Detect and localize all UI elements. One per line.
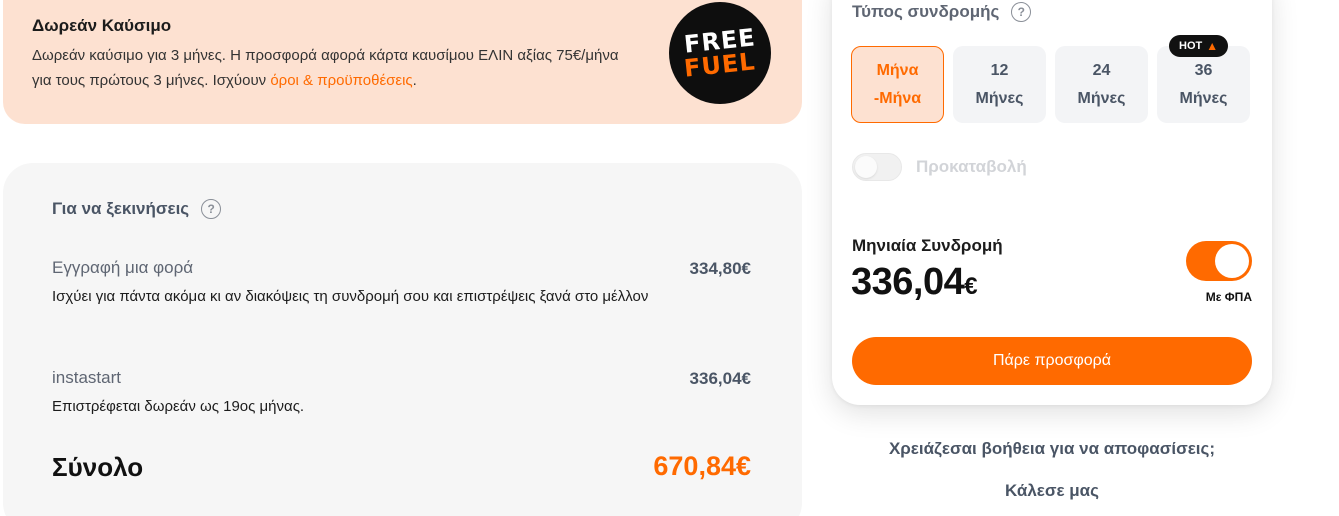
term-option-24-months[interactable]: 24 Μήνες [1055, 46, 1148, 123]
registration-note: Ισχύει για πάντα ακόμα κι αν διακόψεις τ… [52, 288, 649, 305]
term-option-12-months[interactable]: 12 Μήνες [953, 46, 1046, 123]
total-value: 670,84€ [653, 451, 751, 481]
instastart-note: Επιστρέφεται δωρεάν ως 19ος μήνας. [52, 398, 305, 415]
get-offer-button[interactable]: Πάρε προσφορά [852, 337, 1252, 385]
term-line2: -Μήνα [873, 89, 922, 107]
total-label: Σύνολο [52, 452, 144, 482]
term-option-36-months[interactable]: HOT ▲ 36 Μήνες [1157, 35, 1250, 123]
terms-link[interactable]: όροι & προϋποθέσεις [270, 72, 412, 89]
monthly-subscription-label: Μηνιαία Συνδρομή [852, 236, 1003, 255]
term-line1: Μήνα [876, 61, 919, 79]
instastart-price: 336,04€ [689, 369, 751, 388]
startup-costs-title: Για να ξεκινήσεις [52, 199, 190, 218]
prepayment-row: Προκαταβολή [852, 153, 1027, 181]
toggle-knob [855, 156, 877, 178]
term-line2: Μήνες [1077, 89, 1126, 107]
instastart-label: instastart [52, 368, 121, 387]
help-circle-icon[interactable]: ? [201, 199, 222, 219]
currency-symbol: € [964, 273, 978, 300]
term-line2: Μήνες [975, 89, 1024, 107]
term-line1: 24 [1092, 61, 1111, 79]
promo-title: Δωρεάν Καύσιμο [32, 16, 172, 35]
term-line1: 36 [1194, 61, 1213, 79]
hot-badge: HOT ▲ [1169, 35, 1229, 57]
vat-toggle[interactable] [1186, 241, 1252, 281]
startup-costs-card: Για να ξεκινήσεις ? Εγγραφή μια φορά 334… [3, 163, 802, 516]
prepayment-label: Προκαταβολή [916, 157, 1027, 176]
prepayment-toggle[interactable] [852, 153, 902, 181]
monthly-subscription-price: 336,04€ [851, 261, 978, 304]
promo-description-end: . [412, 72, 417, 89]
free-fuel-logo: FREE FUEL [669, 2, 771, 104]
hot-badge-label: HOT [1179, 40, 1203, 52]
term-line2: Μήνες [1179, 89, 1228, 107]
call-us-link[interactable]: Κάλεσε μας [832, 481, 1272, 501]
toggle-knob [1215, 244, 1249, 278]
term-options: Μήνα -Μήνα 12 Μήνες 24 Μήνες HOT ▲ 36 Μή… [851, 35, 1250, 123]
promo-description: Δωρεάν καύσιμο για 3 μήνες. Η προσφορά α… [32, 43, 632, 93]
registration-price: 334,80€ [689, 259, 751, 278]
startup-costs-header: Για να ξεκινήσεις ? [52, 199, 222, 219]
monthly-amount: 336,04 [851, 261, 965, 303]
term-option-monthly[interactable]: Μήνα -Μήνα [851, 46, 944, 123]
free-fuel-logo-line2: FUEL [682, 47, 758, 83]
help-circle-icon[interactable]: ? [1011, 2, 1032, 22]
free-fuel-promo-card: Δωρεάν Καύσιμο Δωρεάν καύσιμο για 3 μήνε… [3, 0, 802, 124]
subscription-type-header: Τύπος συνδρομής ? [852, 2, 1032, 22]
vat-label: Με ΦΠΑ [1205, 290, 1252, 304]
flame-icon: ▲ [1206, 39, 1219, 53]
subscription-card: Τύπος συνδρομής ? Μήνα -Μήνα 12 Μήνες 24… [832, 0, 1272, 405]
registration-label: Εγγραφή μια φορά [52, 258, 194, 277]
help-question: Χρειάζεσαι βοήθεια για να αποφασίσεις; [888, 439, 1216, 458]
term-line1: 12 [990, 61, 1009, 79]
subscription-type-title: Τύπος συνδρομής [852, 2, 1000, 21]
